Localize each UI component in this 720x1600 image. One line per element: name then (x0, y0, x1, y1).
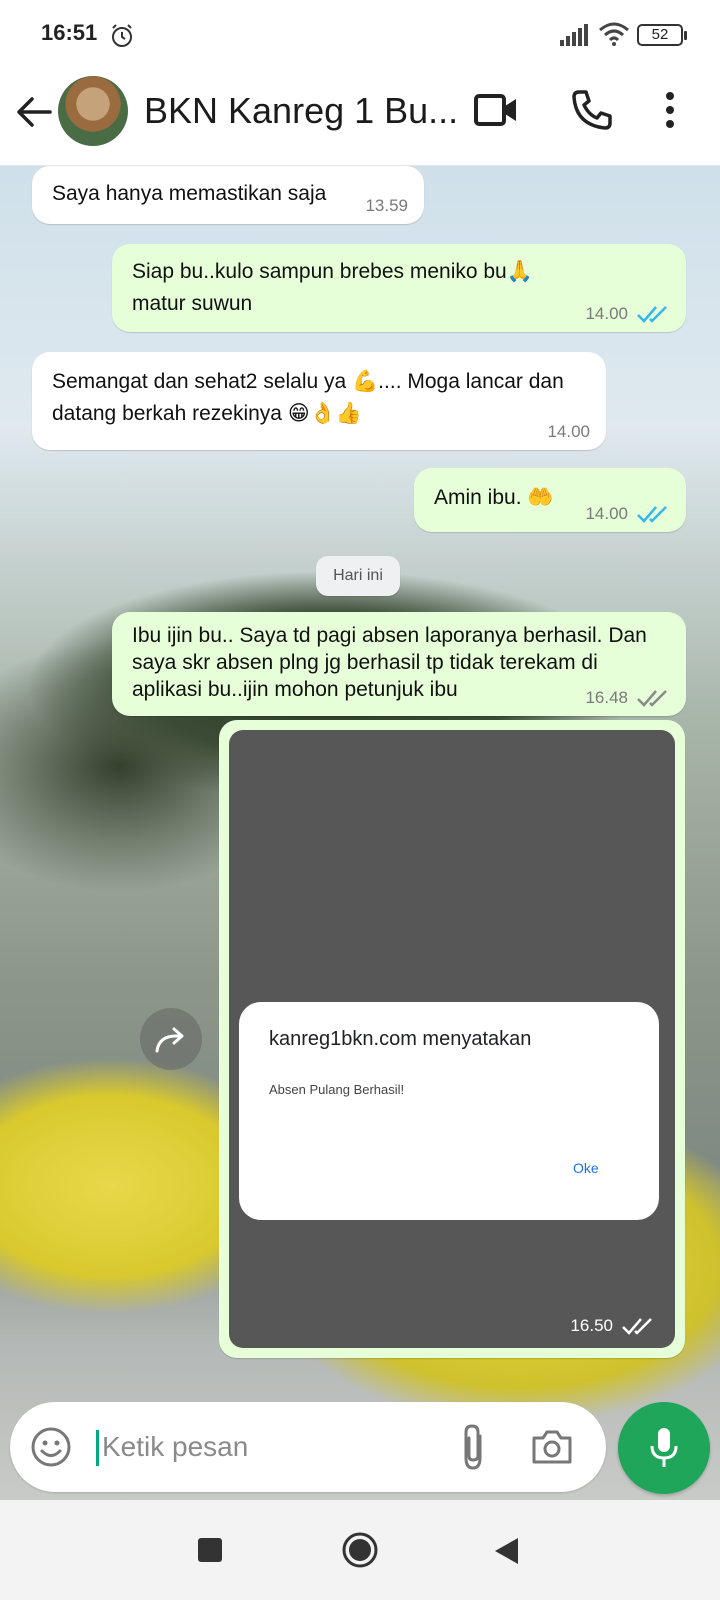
home-button-icon[interactable] (340, 1530, 380, 1570)
message-time: 16.48 (585, 688, 628, 707)
delivered-receipt-icon (622, 1318, 652, 1335)
status-time: 16:51 (41, 20, 98, 45)
dialog-ok-button: Oke (573, 1160, 599, 1176)
delivered-receipt-icon (637, 690, 667, 707)
dialog-title: kanreg1bkn.com menyatakan (269, 1028, 532, 1050)
message-meta: 14.00 (585, 304, 670, 324)
message-bubble[interactable]: Ibu ijin bu.. Saya td pagi absen laporan… (112, 612, 686, 716)
message-time: 13.59 (365, 196, 408, 215)
microphone-icon (650, 1428, 678, 1467)
chat-header: BKN Kanreg 1 Bu... (0, 70, 720, 166)
signal-icon (560, 24, 588, 46)
screenshot-image[interactable]: kanreg1bkn.com menyatakan Absen Pulang B… (229, 730, 675, 1348)
camera-icon[interactable] (530, 1428, 574, 1466)
message-text: Siap bu..kulo sampun brebes meniko bu🙏 m… (132, 260, 533, 315)
avatar[interactable] (58, 76, 128, 146)
video-call-icon[interactable] (474, 90, 518, 130)
emoji-icon[interactable] (30, 1426, 72, 1468)
alert-dialog: kanreg1bkn.com menyatakan Absen Pulang B… (239, 1002, 659, 1220)
message-time: 14.00 (547, 422, 590, 441)
message-text: Saya hanya memastikan saja (52, 182, 327, 205)
image-time: 16.50 (570, 1316, 613, 1335)
read-receipt-icon (637, 306, 667, 323)
message-composer (10, 1402, 606, 1492)
alarm-icon (112, 24, 132, 47)
read-receipt-icon (637, 506, 667, 523)
message-bubble[interactable]: Semangat dan sehat2 selalu ya 💪.... Moga… (32, 352, 606, 450)
more-options-icon[interactable] (660, 88, 680, 132)
message-meta: 14.00 (547, 422, 590, 442)
chat-title[interactable]: BKN Kanreg 1 Bu... (144, 90, 458, 132)
recents-button[interactable] (198, 1538, 222, 1562)
dialog-message: Absen Pulang Berhasil! (269, 1082, 405, 1097)
battery-indicator: 52 (637, 24, 687, 46)
wifi-icon (599, 22, 629, 46)
system-navigation-bar (0, 1500, 720, 1600)
message-bubble[interactable]: Siap bu..kulo sampun brebes meniko bu🙏 m… (112, 244, 686, 332)
back-arrow-icon[interactable] (14, 92, 54, 132)
message-text: Semangat dan sehat2 selalu ya 💪.... Moga… (52, 370, 564, 425)
voice-record-button[interactable] (618, 1402, 710, 1494)
voice-call-icon[interactable] (570, 88, 614, 132)
message-input[interactable] (102, 1424, 432, 1470)
forward-icon (155, 1027, 184, 1053)
image-message[interactable]: kanreg1bkn.com menyatakan Absen Pulang B… (219, 720, 685, 1358)
message-meta: 13.59 (365, 196, 408, 216)
chat-area[interactable]: Saya hanya memastikan saja 13.59 Siap bu… (0, 166, 720, 1500)
attach-icon[interactable] (456, 1422, 490, 1472)
message-bubble[interactable]: Amin ibu. 🤲 14.00 (414, 468, 686, 532)
nav-back-icon[interactable] (492, 1536, 520, 1566)
image-meta: 16.50 (570, 1316, 655, 1336)
message-meta: 16.48 (585, 688, 670, 708)
forward-button[interactable] (140, 1008, 202, 1070)
status-bar: 16:51 52 (0, 0, 720, 70)
message-bubble[interactable]: Saya hanya memastikan saja 13.59 (32, 166, 424, 224)
message-time: 14.00 (585, 504, 628, 523)
message-meta: 14.00 (585, 504, 670, 524)
message-time: 14.00 (585, 304, 628, 323)
text-cursor (96, 1430, 99, 1466)
date-divider: Hari ini (316, 556, 400, 596)
